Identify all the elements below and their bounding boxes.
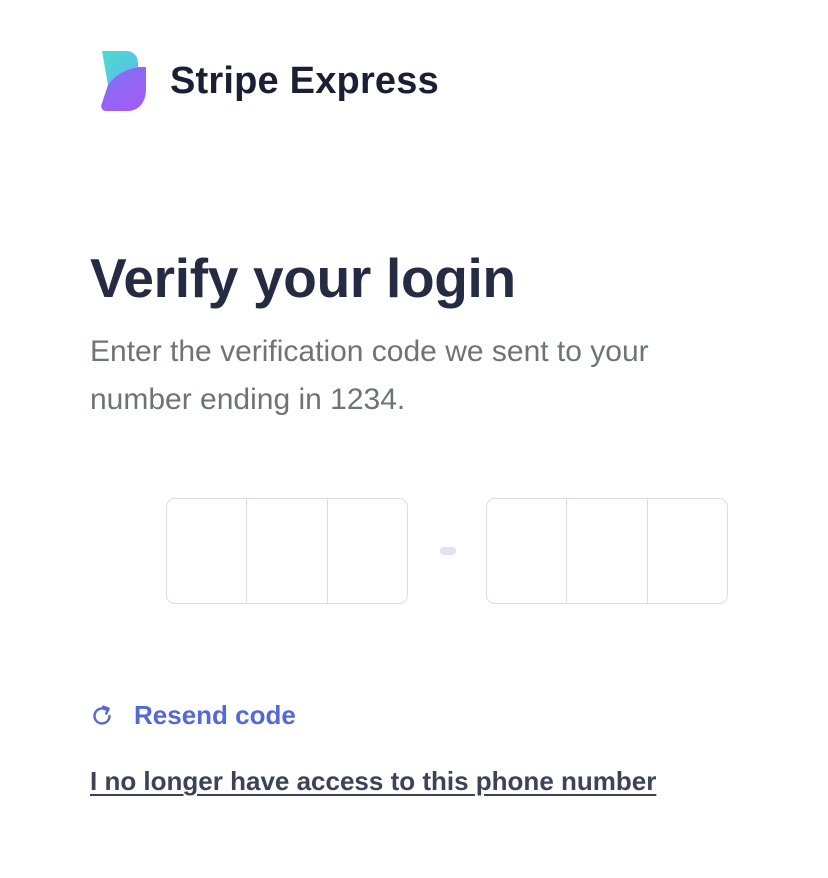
code-digit-1[interactable] <box>167 499 247 603</box>
page-title: Verify your login <box>90 247 516 309</box>
code-group-second <box>486 498 728 604</box>
code-group-first <box>166 498 408 604</box>
resend-code-button[interactable]: Resend code <box>90 700 296 731</box>
code-digit-5[interactable] <box>566 499 647 603</box>
brand-name: Stripe Express <box>170 59 439 102</box>
code-digit-3[interactable] <box>326 499 407 603</box>
code-digit-2[interactable] <box>246 499 327 603</box>
stripe-express-logo-icon <box>101 51 146 111</box>
resend-code-label: Resend code <box>134 700 296 730</box>
code-digit-6[interactable] <box>646 499 727 603</box>
header: Stripe Express <box>100 49 439 113</box>
page-subtitle: Enter the verification code we sent to y… <box>90 335 649 416</box>
refresh-icon <box>93 704 111 725</box>
no-phone-access-link[interactable]: I no longer have access to this phone nu… <box>90 766 656 797</box>
code-separator <box>440 547 456 555</box>
code-digit-4[interactable] <box>487 499 567 603</box>
